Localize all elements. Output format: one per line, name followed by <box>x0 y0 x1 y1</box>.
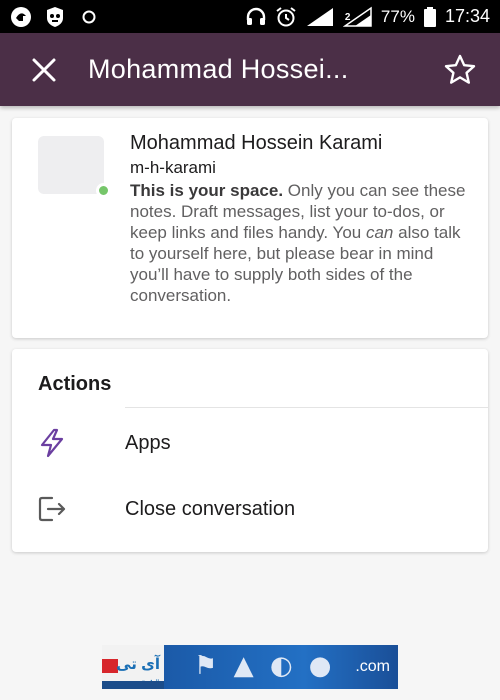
watermark-left-panel: آی تی تند <box>102 645 164 689</box>
conversation-title: Mohammad Hossei... <box>88 54 349 84</box>
app-bar: Mohammad Hossei... <box>0 33 500 106</box>
apps-action[interactable]: Apps <box>12 413 488 473</box>
close-icon <box>32 58 56 81</box>
profile-info: Mohammad Hossein Karami m-h-karami This … <box>130 130 470 306</box>
clock: 17:34 <box>444 6 490 26</box>
headset-icon <box>245 6 267 28</box>
actions-heading: Actions <box>38 373 112 395</box>
status-right-icons: 1 2 77% 17:34 <box>245 6 490 28</box>
watermark-logo: آی تی تند ⚑ ▲ ◐ ● .com <box>102 645 398 689</box>
battery-percent: 77% <box>380 6 415 26</box>
close-button[interactable] <box>0 33 88 106</box>
watermark-right-panel: ⚑ ▲ ◐ ● .com <box>164 645 398 689</box>
alarm-icon <box>275 6 297 28</box>
close-conversation-action[interactable]: Close conversation <box>12 479 488 539</box>
actions-card: Actions Apps Close conversation <box>12 349 488 552</box>
star-outline-icon <box>444 54 476 84</box>
profile-handle: m-h-karami <box>130 158 216 177</box>
profile-card: Mohammad Hossein Karami m-h-karami This … <box>12 118 488 338</box>
shield-app-icon <box>44 6 66 28</box>
description-emphasis: can <box>365 223 394 242</box>
watermark-domain: .com <box>355 658 390 675</box>
apps-label: Apps <box>125 431 171 454</box>
avatar[interactable] <box>38 136 104 194</box>
sim1-label: 1 <box>306 11 313 23</box>
close-conversation-label: Close conversation <box>125 497 296 520</box>
circle-notification-icon <box>78 6 100 28</box>
actions-divider <box>125 407 488 408</box>
self-dm-description: This is your space. Only you can see the… <box>130 180 470 306</box>
app-notification-icon <box>10 6 32 28</box>
signal-sim2-icon: 2 <box>342 6 373 28</box>
sim2-label: 2 <box>344 11 351 23</box>
profile-name[interactable]: Mohammad Hossein Karami <box>130 130 470 156</box>
exit-icon <box>12 495 125 523</box>
signal-sim1-icon: 1 <box>305 6 335 28</box>
watermark-decorative-glyphs: ⚑ ▲ ◐ ● <box>194 651 336 681</box>
star-button[interactable] <box>420 33 500 106</box>
status-left-icons <box>10 6 100 28</box>
description-bold: This is your space. <box>130 181 284 200</box>
lightning-icon <box>12 428 125 458</box>
watermark-strip <box>102 681 164 689</box>
status-bar: 1 2 77% 17:34 <box>0 0 500 33</box>
presence-indicator <box>96 183 111 198</box>
battery-icon <box>423 6 437 28</box>
